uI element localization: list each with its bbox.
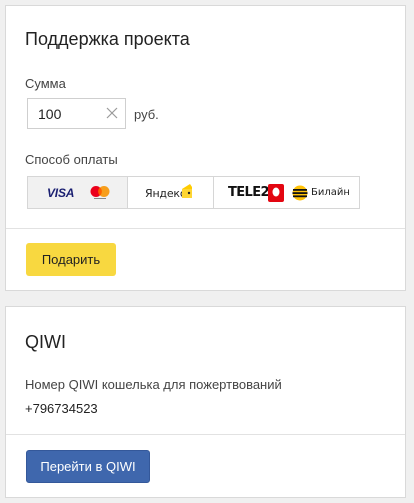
divider — [6, 434, 405, 435]
yandex-wallet-icon — [182, 184, 192, 198]
go-to-qiwi-button[interactable]: Перейти в QIWI — [26, 450, 150, 483]
payment-option-mobile[interactable]: TELE2 Билайн — [213, 177, 359, 208]
currency-label: руб. — [134, 107, 159, 122]
amount-value[interactable]: 100 — [38, 106, 61, 122]
payment-option-cards[interactable]: VISA — [28, 177, 127, 208]
qiwi-title: QIWI — [25, 332, 66, 352]
qiwi-card: QIWI Номер QIWI кошелька для пожертвован… — [5, 306, 406, 498]
visa-logo: VISA — [47, 186, 75, 200]
tele2-logo: TELE2 — [228, 185, 270, 200]
divider — [6, 228, 405, 229]
mts-logo — [268, 184, 284, 202]
donation-card: Поддержка проекта Сумма 100 руб. Способ … — [5, 5, 406, 291]
amount-input[interactable]: 100 — [27, 98, 126, 129]
clear-icon[interactable] — [105, 106, 119, 120]
beeline-logo — [292, 185, 308, 201]
amount-label: Сумма — [25, 76, 66, 91]
payment-methods: VISA Яндекс TELE2 Билайн — [27, 176, 360, 209]
qiwi-wallet-number: +796734523 — [25, 401, 98, 416]
donation-title: Поддержка проекта — [25, 29, 190, 49]
payment-method-label: Способ оплаты — [25, 152, 118, 167]
donate-button[interactable]: Подарить — [26, 243, 116, 276]
mastercard-logo — [90, 186, 110, 199]
payment-option-yandex[interactable]: Яндекс — [127, 177, 213, 208]
qiwi-description: Номер QIWI кошелька для пожертвований — [25, 377, 282, 392]
beeline-text: Билайн — [311, 187, 350, 198]
